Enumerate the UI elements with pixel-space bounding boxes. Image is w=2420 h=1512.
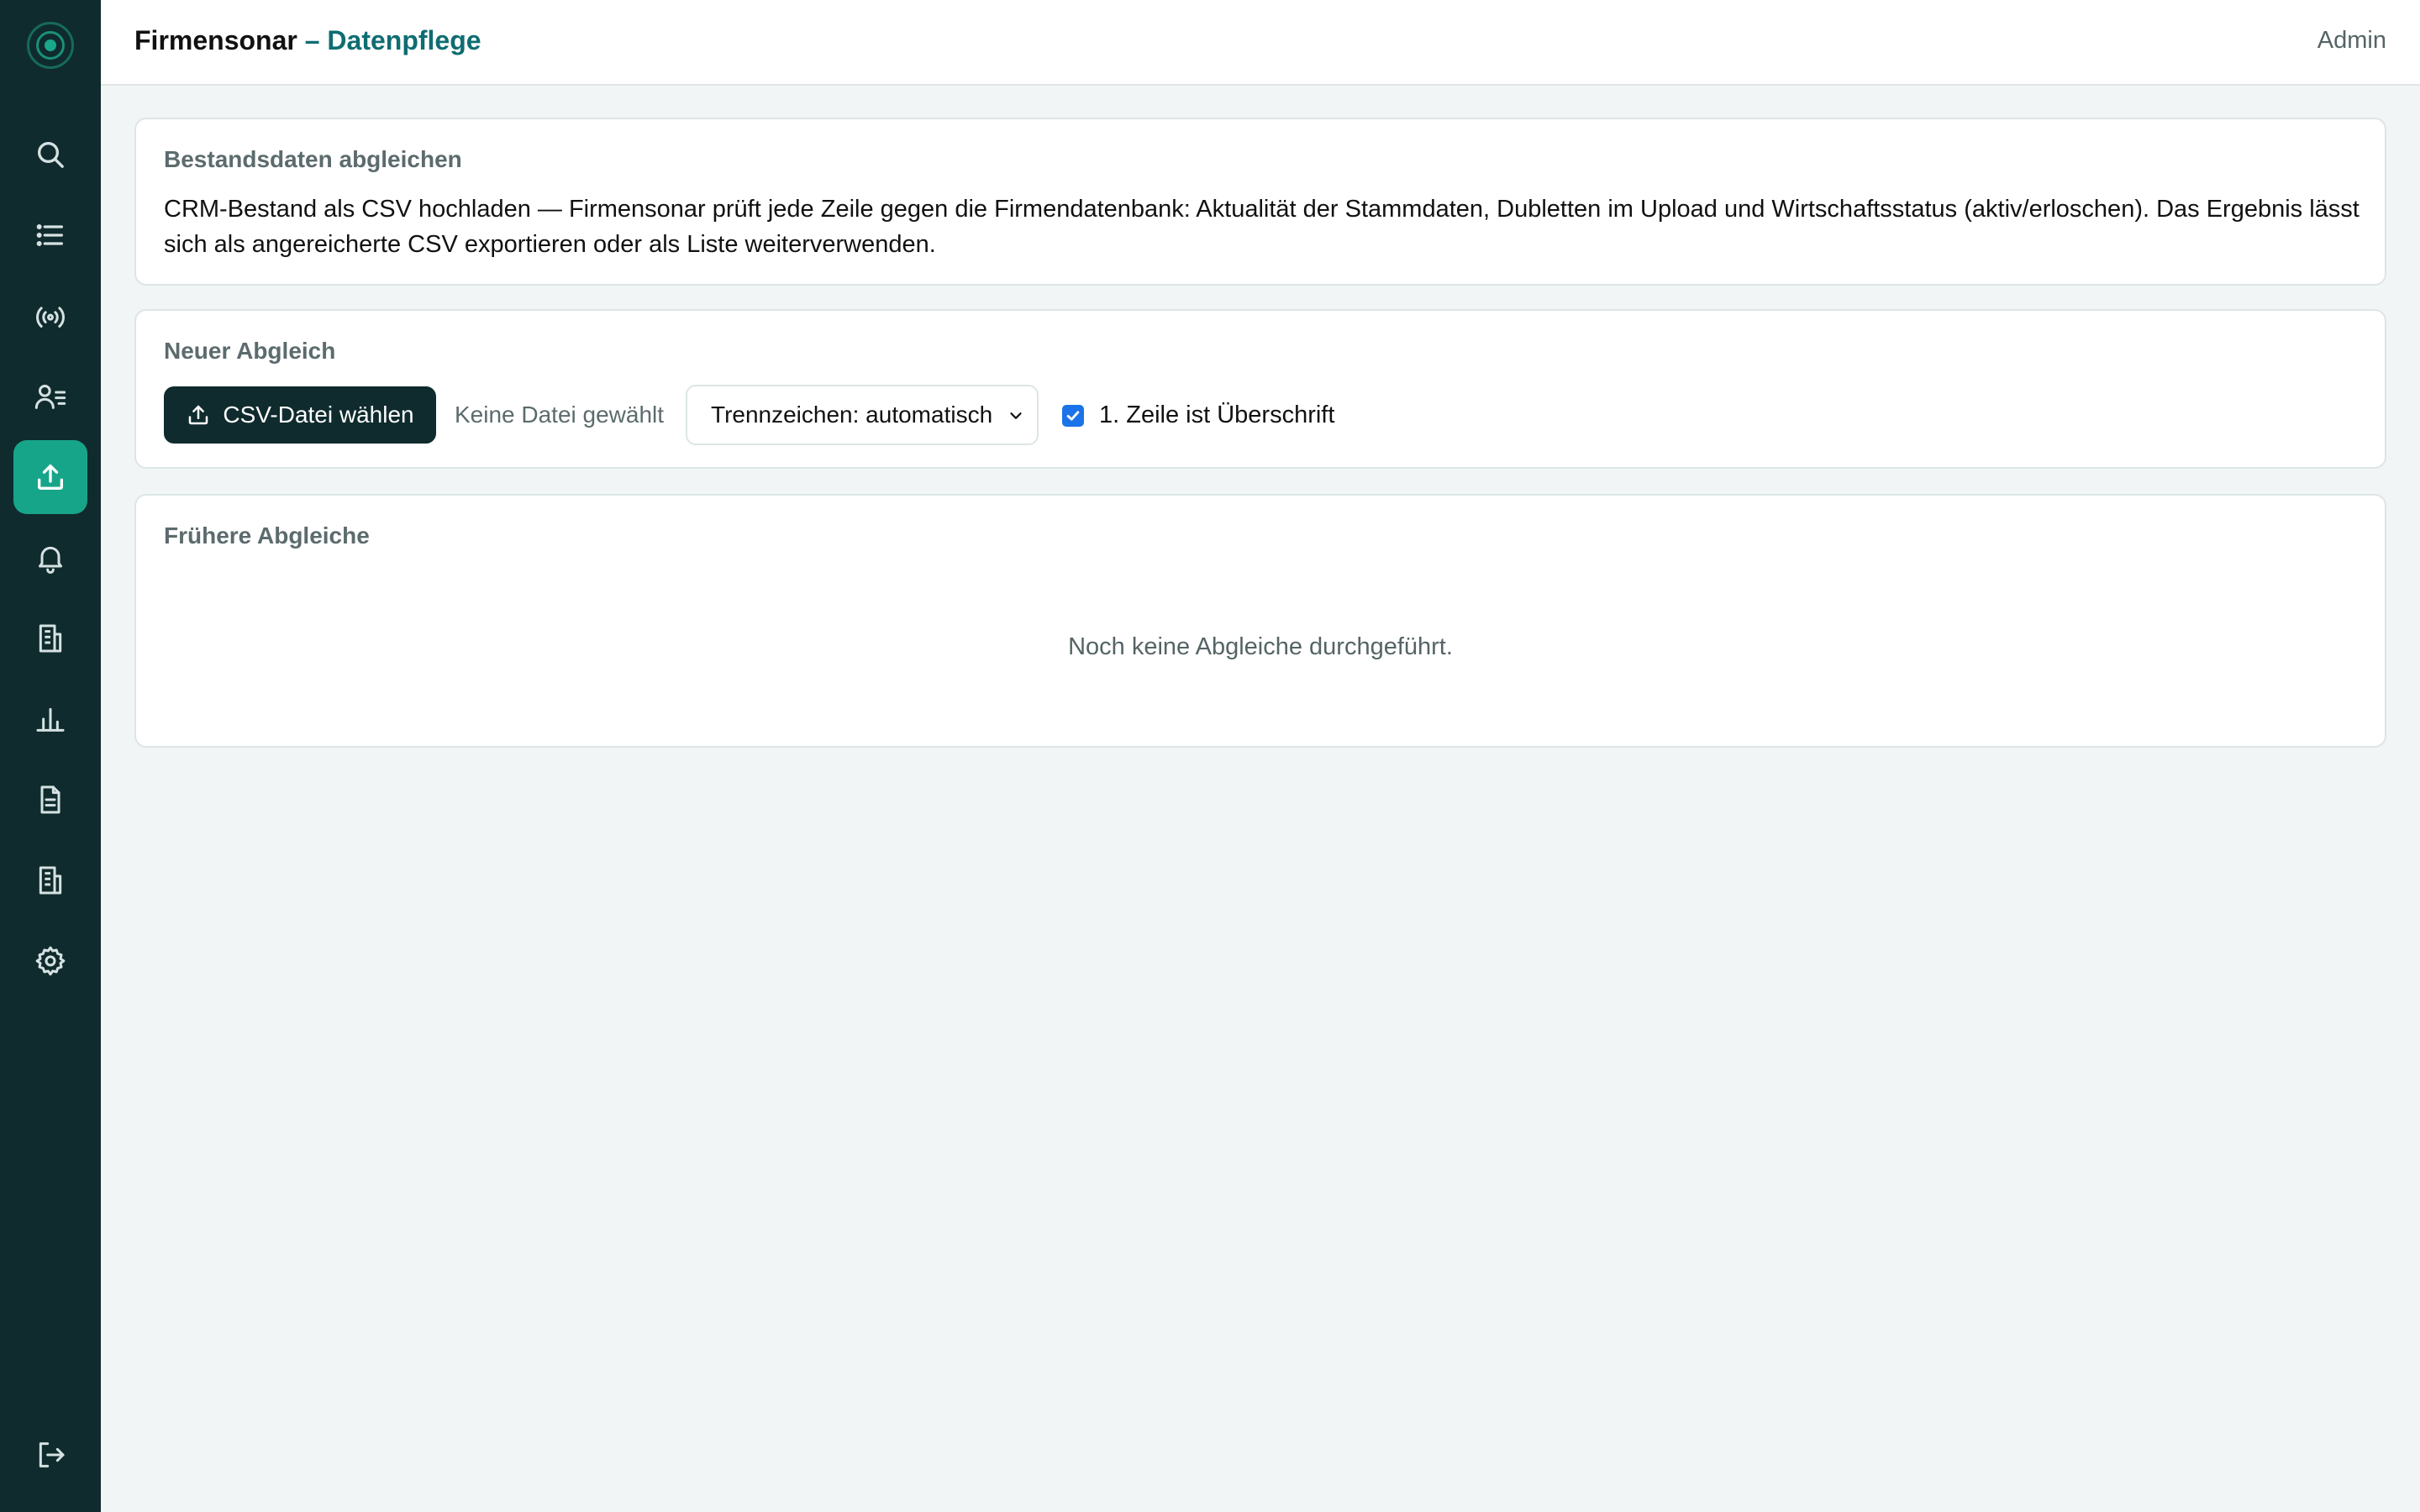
file-status: Keine Datei gewählt: [455, 402, 665, 428]
sidebar-item-contacts[interactable]: [13, 360, 87, 433]
gear-icon: [35, 946, 66, 976]
top-header: Firmensonar – Datenpflege Admin: [101, 0, 2420, 86]
sidebar-item-search[interactable]: [13, 118, 87, 192]
choose-csv-label: CSV-Datei wählen: [223, 402, 414, 428]
sidebar-item-reports[interactable]: [13, 763, 87, 837]
sidebar: [0, 0, 101, 1512]
sidebar-item-logout[interactable]: [13, 1418, 87, 1492]
history-card: Frühere Abgleiche Noch keine Abgleiche d…: [134, 494, 2386, 748]
new-match-card: Neuer Abgleich CSV-Datei wählen Keine Da…: [134, 309, 2386, 469]
list-icon: [36, 223, 64, 247]
upload-icon: [189, 405, 208, 425]
document-icon: [40, 785, 60, 814]
delimiter-select-value: Trennzeichen: automatisch: [711, 402, 993, 428]
title-separator: –: [297, 25, 328, 55]
bar-chart-icon: [36, 707, 65, 732]
sidebar-item-lists[interactable]: [13, 198, 87, 272]
delimiter-select[interactable]: Trennzeichen: automatisch: [686, 385, 1039, 445]
intro-title: Bestandsdaten abgleichen: [164, 146, 462, 172]
building-icon: [39, 624, 62, 653]
logo[interactable]: [27, 22, 74, 69]
choose-csv-button[interactable]: CSV-Datei wählen: [164, 386, 436, 444]
search-icon: [38, 142, 64, 168]
page-title: Firmensonar – Datenpflege: [134, 25, 481, 56]
sidebar-item-registry[interactable]: [13, 843, 87, 917]
sidebar-item-companies[interactable]: [13, 601, 87, 675]
bell-icon: [39, 546, 62, 574]
logout-icon: [39, 1442, 65, 1467]
user-menu[interactable]: Admin: [2317, 27, 2386, 55]
logo-dot: [45, 39, 56, 51]
contacts-icon: [34, 385, 66, 409]
app-root: Firmensonar – Datenpflege Admin Bestands…: [0, 0, 2420, 1512]
checkmark-icon: [1066, 411, 1080, 421]
radar-icon: [36, 307, 65, 328]
logo-ring: [36, 31, 65, 60]
new-match-title: Neuer Abgleich: [164, 338, 336, 364]
app-name: Firmensonar: [134, 25, 297, 55]
header-row-checkbox[interactable]: [1062, 405, 1084, 427]
upload-icon: [38, 465, 64, 490]
sidebar-item-settings[interactable]: [13, 924, 87, 998]
company-icon: [39, 866, 62, 895]
chevron-down-icon: [1010, 412, 1022, 419]
intro-card: Bestandsdaten abgleichen CRM-Bestand als…: [134, 118, 2386, 286]
intro-description: CRM-Bestand als CSV hochladen — Firmenso…: [164, 196, 2360, 258]
sidebar-item-upload[interactable]: [13, 440, 87, 514]
history-title: Frühere Abgleiche: [164, 522, 370, 549]
sidebar-item-analytics[interactable]: [13, 682, 87, 756]
section-name: Datenpflege: [327, 25, 481, 55]
sidebar-item-alerts[interactable]: [13, 521, 87, 595]
history-empty-state: Noch keine Abgleiche durchgeführt.: [1068, 633, 1453, 660]
sidebar-item-radar[interactable]: [13, 279, 87, 353]
header-row-checkbox-label[interactable]: 1. Zeile ist Überschrift: [1099, 402, 1334, 429]
